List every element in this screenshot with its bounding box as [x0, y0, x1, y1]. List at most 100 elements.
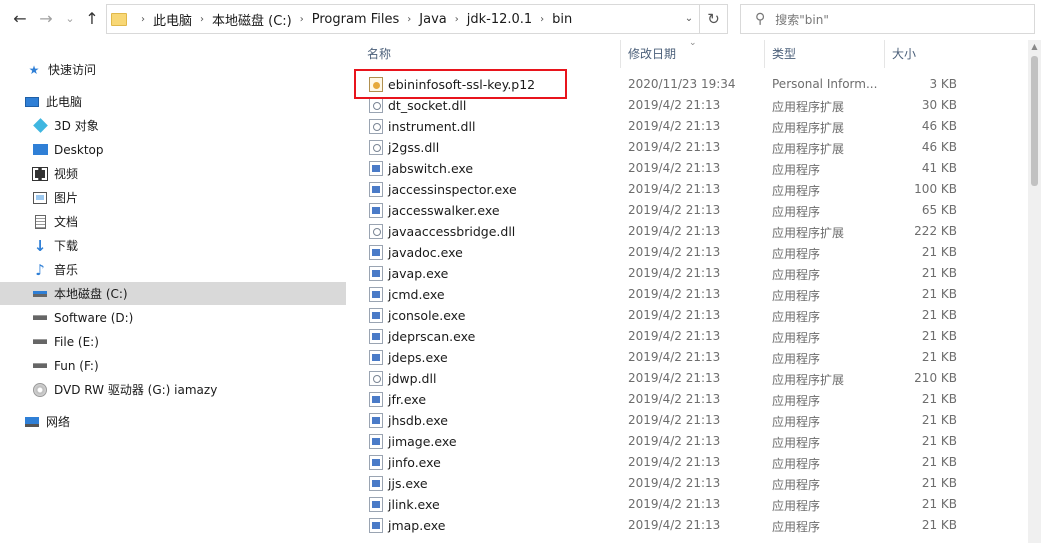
- file-row[interactable]: jaccessinspector.exe 2019/4/2 21:13 应用程序 10…: [355, 179, 967, 200]
- sidebar-item-fun-f[interactable]: Fun (F:): [0, 354, 346, 377]
- file-row[interactable]: jmap.exe 2019/4/2 21:13 应用程序 21 KB: [355, 515, 967, 536]
- recent-locations-chevron-icon[interactable]: ⌄: [60, 9, 80, 29]
- breadcrumb-separator-icon[interactable]: ›: [540, 14, 544, 25]
- file-row[interactable]: jinfo.exe 2019/4/2 21:13 应用程序 21 KB: [355, 452, 967, 473]
- file-name[interactable]: jhsdb.exe: [388, 413, 448, 428]
- scroll-up-icon[interactable]: ▲: [1028, 40, 1041, 53]
- sidebar-item-3d-objects[interactable]: 3D 对象: [0, 114, 346, 137]
- file-row[interactable]: jaccesswalker.exe 2019/4/2 21:13 应用程序 65 KB: [355, 200, 967, 221]
- dll-file-icon: [369, 98, 383, 113]
- file-row[interactable]: jabswitch.exe 2019/4/2 21:13 应用程序 41 KB: [355, 158, 967, 179]
- file-type: 应用程序: [772, 457, 821, 471]
- file-row[interactable]: jlink.exe 2019/4/2 21:13 应用程序 21 KB: [355, 494, 967, 515]
- file-name[interactable]: jinfo.exe: [388, 455, 441, 470]
- file-name[interactable]: dt_socket.dll: [388, 98, 466, 113]
- file-row[interactable]: instrument.dll 2019/4/2 21:13 应用程序扩展 46 KB: [355, 116, 967, 137]
- file-modified-date: 2019/4/2 21:13: [628, 455, 721, 469]
- file-row[interactable]: jhsdb.exe 2019/4/2 21:13 应用程序 21 KB: [355, 410, 967, 431]
- column-header-size[interactable]: 大小: [892, 45, 916, 62]
- file-row[interactable]: jdwp.dll 2019/4/2 21:13 应用程序扩展 210 KB: [355, 368, 967, 389]
- address-dropdown-icon[interactable]: ⌄: [681, 11, 697, 27]
- file-row[interactable]: jcmd.exe 2019/4/2 21:13 应用程序 21 KB: [355, 284, 967, 305]
- search-placeholder[interactable]: 搜索"bin": [775, 11, 829, 28]
- file-name[interactable]: instrument.dll: [388, 119, 475, 134]
- file-name[interactable]: jconsole.exe: [388, 308, 465, 323]
- file-row[interactable]: jimage.exe 2019/4/2 21:13 应用程序 21 KB: [355, 431, 967, 452]
- up-arrow-icon[interactable]: ↑: [82, 9, 102, 29]
- breadcrumb-separator-icon[interactable]: ›: [455, 14, 459, 25]
- column-divider[interactable]: [620, 40, 621, 68]
- file-row[interactable]: jfr.exe 2019/4/2 21:13 应用程序 21 KB: [355, 389, 967, 410]
- sidebar-item-documents[interactable]: 文档: [0, 210, 346, 233]
- file-name[interactable]: jfr.exe: [388, 392, 426, 407]
- sidebar-item-local-disk-c[interactable]: 本地磁盘 (C:): [0, 282, 346, 305]
- sidebar-item-network[interactable]: 网络: [0, 410, 346, 433]
- scrollbar-thumb[interactable]: [1031, 56, 1038, 186]
- file-name[interactable]: jimage.exe: [388, 434, 457, 449]
- sidebar-item-file-e[interactable]: File (E:): [0, 330, 346, 353]
- forward-arrow-icon[interactable]: →: [36, 9, 56, 29]
- file-name[interactable]: jlink.exe: [388, 497, 440, 512]
- file-name[interactable]: j2gss.dll: [388, 140, 439, 155]
- sidebar-item-pictures[interactable]: 图片: [0, 186, 346, 209]
- sidebar-item-software-d[interactable]: Software (D:): [0, 306, 346, 329]
- sidebar-item-music[interactable]: ♪ 音乐: [0, 258, 346, 281]
- vertical-scrollbar[interactable]: ▲: [1028, 40, 1041, 543]
- file-row[interactable]: j2gss.dll 2019/4/2 21:13 应用程序扩展 46 KB: [355, 137, 967, 158]
- file-name[interactable]: jaccesswalker.exe: [388, 203, 500, 218]
- file-name[interactable]: jdeps.exe: [388, 350, 448, 365]
- file-name[interactable]: javaaccessbridge.dll: [388, 224, 515, 239]
- column-header-type[interactable]: 类型: [772, 45, 796, 62]
- file-row[interactable]: javadoc.exe 2019/4/2 21:13 应用程序 21 KB: [355, 242, 967, 263]
- file-name[interactable]: jcmd.exe: [388, 287, 445, 302]
- file-name[interactable]: jjs.exe: [388, 476, 428, 491]
- file-row[interactable]: jdeprscan.exe 2019/4/2 21:13 应用程序 21 KB: [355, 326, 967, 347]
- column-divider[interactable]: [884, 40, 885, 68]
- column-divider[interactable]: [764, 40, 765, 68]
- file-name[interactable]: jdeprscan.exe: [388, 329, 475, 344]
- file-row[interactable]: jjs.exe 2019/4/2 21:13 应用程序 21 KB: [355, 473, 967, 494]
- refresh-icon[interactable]: ↻: [699, 5, 727, 33]
- breadcrumb-jdk[interactable]: jdk-12.0.1: [467, 12, 532, 27]
- search-box[interactable]: ⚲ 搜索"bin": [740, 4, 1035, 34]
- file-name[interactable]: jmap.exe: [388, 518, 445, 533]
- breadcrumb-local-disk-c[interactable]: 本地磁盘 (C:): [212, 10, 292, 29]
- sidebar-item-dvd-drive-g[interactable]: DVD RW 驱动器 (G:) iamazy: [0, 378, 346, 401]
- file-type: 应用程序: [772, 289, 821, 303]
- file-size: 210 KB: [914, 371, 957, 385]
- column-header-name[interactable]: 名称: [367, 45, 391, 62]
- breadcrumb-program-files[interactable]: Program Files: [312, 12, 400, 27]
- file-row[interactable]: jdeps.exe 2019/4/2 21:13 应用程序 21 KB: [355, 347, 967, 368]
- file-size: 21 KB: [921, 434, 957, 448]
- drive-icon: [32, 334, 48, 350]
- file-name[interactable]: javadoc.exe: [388, 245, 463, 260]
- sidebar-item-videos[interactable]: 视频: [0, 162, 346, 185]
- sidebar-item-this-pc[interactable]: 此电脑: [0, 90, 346, 113]
- breadcrumb-separator-icon[interactable]: ›: [407, 14, 411, 25]
- file-row[interactable]: jconsole.exe 2019/4/2 21:13 应用程序 21 KB: [355, 305, 967, 326]
- file-name[interactable]: jaccessinspector.exe: [388, 182, 517, 197]
- back-arrow-icon[interactable]: ←: [10, 9, 30, 29]
- breadcrumb-separator-icon[interactable]: ›: [200, 14, 204, 25]
- breadcrumb-this-pc[interactable]: 此电脑: [153, 10, 192, 29]
- file-name[interactable]: jdwp.dll: [388, 371, 436, 386]
- file-type: 应用程序: [772, 520, 821, 534]
- address-bar[interactable]: › 此电脑 › 本地磁盘 (C:) › Program Files › Java…: [106, 4, 728, 34]
- optical-disc-icon: [32, 382, 48, 398]
- breadcrumb-separator-icon[interactable]: ›: [300, 14, 304, 25]
- file-size: 46 KB: [921, 119, 957, 133]
- file-name[interactable]: javap.exe: [388, 266, 448, 281]
- sidebar-item-label: Desktop: [54, 142, 104, 157]
- file-row[interactable]: javaaccessbridge.dll 2019/4/2 21:13 应用程序扩展…: [355, 221, 967, 242]
- executable-file-icon: [369, 203, 383, 218]
- file-name[interactable]: jabswitch.exe: [388, 161, 473, 176]
- sidebar-item-downloads[interactable]: ↓ 下载: [0, 234, 346, 257]
- breadcrumb-bin[interactable]: bin: [552, 12, 572, 27]
- file-row[interactable]: javap.exe 2019/4/2 21:13 应用程序 21 KB: [355, 263, 967, 284]
- breadcrumb-java[interactable]: Java: [419, 12, 446, 27]
- column-header-date[interactable]: 修改日期: [628, 45, 676, 62]
- sidebar-item-desktop[interactable]: Desktop: [0, 138, 346, 161]
- folder-icon: [111, 12, 127, 26]
- file-type: 应用程序: [772, 352, 821, 366]
- sidebar-item-quick-access[interactable]: ★ 快速访问: [0, 58, 346, 81]
